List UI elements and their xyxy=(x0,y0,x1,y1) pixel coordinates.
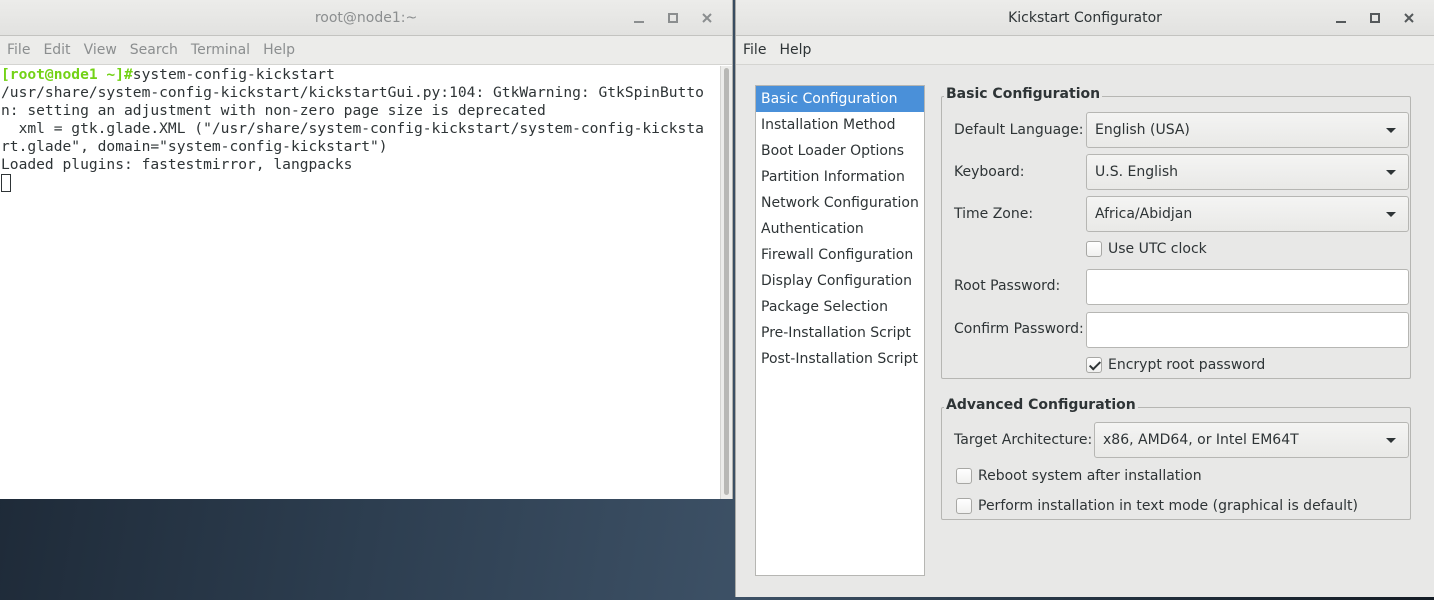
advanced-configuration-frame: Advanced Configuration Target Architectu… xyxy=(941,397,1411,520)
utc-clock-label: Use UTC clock xyxy=(1108,241,1207,257)
encrypt-password-checkbox[interactable]: Encrypt root password xyxy=(1086,357,1265,373)
root-password-field[interactable] xyxy=(1086,269,1409,305)
keyboard-select[interactable]: U.S. English xyxy=(1086,154,1409,190)
nav-item-authentication[interactable]: Authentication xyxy=(756,216,924,242)
encrypt-password-box[interactable] xyxy=(1086,357,1102,373)
reboot-box[interactable] xyxy=(956,468,972,484)
chevron-down-icon xyxy=(1386,128,1396,133)
nav-item-basic-configuration[interactable]: Basic Configuration xyxy=(756,86,924,112)
chevron-down-icon xyxy=(1386,438,1396,443)
minimize-icon xyxy=(1336,21,1346,23)
utc-clock-checkbox[interactable]: Use UTC clock xyxy=(1086,241,1207,257)
kickstart-menu-file[interactable]: File xyxy=(738,42,771,58)
maximize-button[interactable] xyxy=(656,4,690,32)
minimize-icon xyxy=(634,21,644,23)
kickstart-title: Kickstart Configurator xyxy=(1008,9,1162,26)
target-architecture-select[interactable]: x86, AMD64, or Intel EM64T xyxy=(1094,422,1409,458)
encrypt-password-label: Encrypt root password xyxy=(1108,357,1266,373)
terminal-menu-help[interactable]: Help xyxy=(258,42,300,58)
terminal-scrollbar[interactable] xyxy=(720,66,732,499)
default-language-select[interactable]: English (USA) xyxy=(1086,112,1409,148)
nav-item-package-selection[interactable]: Package Selection xyxy=(756,294,924,320)
terminal-window: root@node1:~ File Edit View Search Termi… xyxy=(0,0,733,499)
terminal-title: root@node1:~ xyxy=(314,9,418,26)
kickstart-window: Kickstart Configurator File Help Basic C… xyxy=(735,0,1434,597)
kickstart-menubar: File Help xyxy=(736,36,1434,65)
time-zone-select[interactable]: Africa/Abidjan xyxy=(1086,196,1409,232)
kickstart-titlebar[interactable]: Kickstart Configurator xyxy=(736,0,1434,36)
nav-item-post-installation-script[interactable]: Post-Installation Script xyxy=(756,346,924,372)
kickstart-content: Basic Configuration Installation Method … xyxy=(736,66,1434,597)
terminal-line: rt.glade", domain="system-config-kicksta… xyxy=(1,138,388,155)
nav-item-display-configuration[interactable]: Display Configuration xyxy=(756,268,924,294)
chevron-down-icon xyxy=(1386,212,1396,217)
kickstart-menu-help[interactable]: Help xyxy=(774,42,816,58)
reboot-label: Reboot system after installation xyxy=(978,468,1202,484)
nav-item-network-configuration[interactable]: Network Configuration xyxy=(756,190,924,216)
terminal-cursor xyxy=(1,174,11,192)
terminal-output[interactable]: [root@node1 ~]#system-config-kickstart/u… xyxy=(0,66,720,499)
target-architecture-label: Target Architecture: xyxy=(954,432,1093,448)
nav-item-firewall-configuration[interactable]: Firewall Configuration xyxy=(756,242,924,268)
terminal-titlebar[interactable]: root@node1:~ xyxy=(0,0,732,36)
close-icon xyxy=(1404,13,1414,23)
terminal-line: xml = gtk.glade.XML ("/usr/share/system-… xyxy=(1,120,704,137)
nav-item-boot-loader-options[interactable]: Boot Loader Options xyxy=(756,138,924,164)
maximize-button[interactable] xyxy=(1358,4,1392,32)
close-icon xyxy=(702,13,712,23)
text-mode-label: Perform installation in text mode (graph… xyxy=(978,498,1358,514)
terminal-menubar: File Edit View Search Terminal Help xyxy=(0,36,732,65)
shell-command: system-config-kickstart xyxy=(132,66,335,83)
terminal-line: n: setting an adjustment with non-zero p… xyxy=(1,102,546,119)
default-language-value: English (USA) xyxy=(1095,122,1190,138)
terminal-menu-view[interactable]: View xyxy=(79,42,122,58)
terminal-command-line: [root@node1 ~]#system-config-kickstart xyxy=(1,66,720,84)
terminal-scrollbar-thumb[interactable] xyxy=(724,68,729,495)
terminal-line: Loaded plugins: fastestmirror, langpacks xyxy=(1,156,353,173)
text-mode-box[interactable] xyxy=(956,498,972,514)
default-language-label: Default Language: xyxy=(954,122,1084,138)
nav-item-partition-information[interactable]: Partition Information xyxy=(756,164,924,190)
terminal-menu-terminal[interactable]: Terminal xyxy=(186,42,255,58)
keyboard-value: U.S. English xyxy=(1095,164,1179,180)
time-zone-label: Time Zone: xyxy=(954,206,1034,222)
reboot-checkbox[interactable]: Reboot system after installation xyxy=(956,468,1202,484)
time-zone-value: Africa/Abidjan xyxy=(1095,206,1193,222)
nav-item-pre-installation-script[interactable]: Pre-Installation Script xyxy=(756,320,924,346)
chevron-down-icon xyxy=(1386,170,1396,175)
section-list: Basic Configuration Installation Method … xyxy=(755,85,925,576)
advanced-configuration-heading: Advanced Configuration xyxy=(944,397,1138,413)
close-button[interactable] xyxy=(690,4,724,32)
utc-clock-box[interactable] xyxy=(1086,241,1102,257)
basic-configuration-heading: Basic Configuration xyxy=(944,86,1103,102)
maximize-icon xyxy=(1370,13,1380,23)
confirm-password-field[interactable] xyxy=(1086,312,1409,348)
target-architecture-value: x86, AMD64, or Intel EM64T xyxy=(1103,432,1299,448)
basic-configuration-frame: Basic Configuration Default Language: En… xyxy=(941,86,1411,379)
keyboard-label: Keyboard: xyxy=(954,164,1025,180)
terminal-menu-search[interactable]: Search xyxy=(125,42,183,58)
terminal-menu-edit[interactable]: Edit xyxy=(38,42,75,58)
minimize-button[interactable] xyxy=(622,4,656,32)
root-password-label: Root Password: xyxy=(954,278,1061,294)
confirm-password-label: Confirm Password: xyxy=(954,321,1084,337)
close-button[interactable] xyxy=(1392,4,1426,32)
minimize-button[interactable] xyxy=(1324,4,1358,32)
shell-prompt: [root@node1 ~]# xyxy=(1,66,133,83)
text-mode-checkbox[interactable]: Perform installation in text mode (graph… xyxy=(956,498,1358,514)
terminal-line: /usr/share/system-config-kickstart/kicks… xyxy=(1,84,704,101)
maximize-icon xyxy=(668,13,678,23)
terminal-menu-file[interactable]: File xyxy=(2,42,35,58)
nav-item-installation-method[interactable]: Installation Method xyxy=(756,112,924,138)
